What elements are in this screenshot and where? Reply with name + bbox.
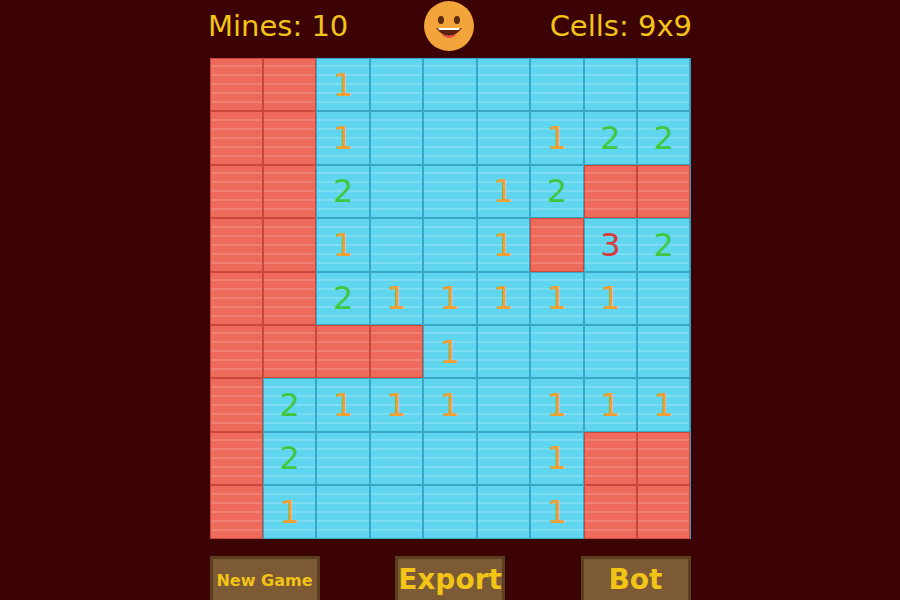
revealed-cell[interactable]: 1 — [370, 272, 423, 325]
game-button[interactable]: New Game — [210, 556, 320, 600]
revealed-cell[interactable] — [370, 432, 423, 485]
revealed-cell[interactable]: 1 — [530, 272, 583, 325]
hidden-cell[interactable] — [210, 165, 263, 218]
revealed-cell[interactable] — [370, 58, 423, 111]
revealed-cell[interactable] — [423, 485, 476, 538]
revealed-cell[interactable] — [370, 165, 423, 218]
hidden-cell[interactable] — [210, 218, 263, 271]
revealed-cell[interactable]: 2 — [316, 165, 369, 218]
revealed-cell[interactable]: 2 — [637, 218, 690, 271]
revealed-cell[interactable] — [637, 325, 690, 378]
revealed-cell[interactable] — [530, 325, 583, 378]
mines-counter: Mines: 10 — [208, 9, 348, 43]
board-size: Cells: 9x9 — [550, 9, 692, 43]
hidden-cell[interactable] — [637, 165, 690, 218]
hidden-cell[interactable] — [210, 272, 263, 325]
revealed-cell[interactable] — [477, 111, 530, 164]
revealed-cell[interactable]: 1 — [263, 485, 316, 538]
revealed-cell[interactable]: 1 — [530, 378, 583, 431]
revealed-cell[interactable] — [637, 272, 690, 325]
revealed-cell[interactable] — [477, 485, 530, 538]
revealed-cell[interactable] — [370, 218, 423, 271]
revealed-cell[interactable] — [477, 325, 530, 378]
hidden-cell[interactable] — [210, 432, 263, 485]
hidden-cell[interactable] — [316, 325, 369, 378]
revealed-cell[interactable]: 1 — [477, 165, 530, 218]
revealed-cell[interactable]: 1 — [423, 272, 476, 325]
revealed-cell[interactable] — [316, 485, 369, 538]
revealed-cell[interactable]: 1 — [530, 111, 583, 164]
hidden-cell[interactable] — [210, 111, 263, 164]
hidden-cell[interactable] — [584, 165, 637, 218]
revealed-cell[interactable] — [423, 218, 476, 271]
revealed-cell[interactable]: 1 — [370, 378, 423, 431]
hidden-cell[interactable] — [210, 58, 263, 111]
revealed-cell[interactable]: 2 — [263, 378, 316, 431]
hidden-cell[interactable] — [210, 485, 263, 538]
hidden-cell[interactable] — [637, 432, 690, 485]
hidden-cell[interactable] — [263, 218, 316, 271]
revealed-cell[interactable]: 2 — [316, 272, 369, 325]
revealed-cell[interactable] — [477, 432, 530, 485]
revealed-cell[interactable]: 1 — [316, 58, 369, 111]
revealed-cell[interactable] — [423, 111, 476, 164]
revealed-cell[interactable]: 1 — [477, 218, 530, 271]
revealed-cell[interactable]: 1 — [584, 378, 637, 431]
revealed-cell[interactable] — [423, 432, 476, 485]
revealed-cell[interactable] — [316, 432, 369, 485]
hidden-cell[interactable] — [530, 218, 583, 271]
revealed-cell[interactable] — [584, 325, 637, 378]
revealed-cell[interactable]: 2 — [584, 111, 637, 164]
hidden-cell[interactable] — [263, 325, 316, 378]
hidden-cell[interactable] — [210, 325, 263, 378]
button-row: New Game Export Bot — [210, 556, 691, 600]
game-board: 111222121132211111121111112111 — [210, 58, 691, 539]
revealed-cell[interactable] — [477, 378, 530, 431]
revealed-cell[interactable]: 1 — [316, 218, 369, 271]
revealed-cell[interactable] — [423, 165, 476, 218]
revealed-cell[interactable]: 3 — [584, 218, 637, 271]
hidden-cell[interactable] — [210, 378, 263, 431]
hidden-cell[interactable] — [584, 485, 637, 538]
revealed-cell[interactable]: 1 — [637, 378, 690, 431]
game-button[interactable]: Bot — [581, 556, 691, 600]
revealed-cell[interactable]: 2 — [637, 111, 690, 164]
smiley-icon[interactable] — [423, 0, 475, 52]
revealed-cell[interactable] — [637, 58, 690, 111]
revealed-cell[interactable]: 1 — [316, 378, 369, 431]
hidden-cell[interactable] — [584, 432, 637, 485]
revealed-cell[interactable] — [530, 58, 583, 111]
hidden-cell[interactable] — [263, 165, 316, 218]
revealed-cell[interactable] — [370, 485, 423, 538]
revealed-cell[interactable]: 1 — [530, 485, 583, 538]
hidden-cell[interactable] — [263, 272, 316, 325]
game-button[interactable]: Export — [395, 556, 505, 600]
revealed-cell[interactable] — [370, 111, 423, 164]
revealed-cell[interactable]: 1 — [530, 432, 583, 485]
minesweeper-page: Mines: 10Cells: 9x9111222121132211111121… — [0, 0, 900, 600]
revealed-cell[interactable]: 1 — [584, 272, 637, 325]
revealed-cell[interactable]: 1 — [423, 325, 476, 378]
status-header: Mines: 10 Cells: 9x9 — [208, 0, 692, 58]
hidden-cell[interactable] — [637, 485, 690, 538]
revealed-cell[interactable]: 2 — [530, 165, 583, 218]
hidden-cell[interactable] — [370, 325, 423, 378]
revealed-cell[interactable] — [584, 58, 637, 111]
revealed-cell[interactable] — [423, 58, 476, 111]
hidden-cell[interactable] — [263, 111, 316, 164]
revealed-cell[interactable]: 1 — [316, 111, 369, 164]
revealed-cell[interactable]: 1 — [477, 272, 530, 325]
hidden-cell[interactable] — [263, 58, 316, 111]
revealed-cell[interactable]: 1 — [423, 378, 476, 431]
revealed-cell[interactable] — [477, 58, 530, 111]
revealed-cell[interactable]: 2 — [263, 432, 316, 485]
